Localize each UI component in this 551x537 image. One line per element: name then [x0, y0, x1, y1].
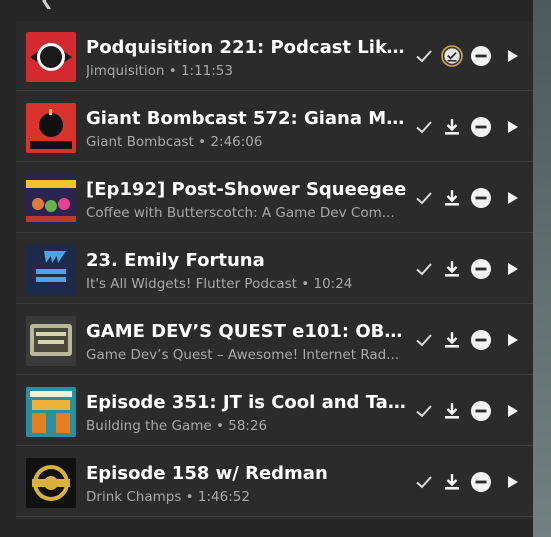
downloaded-icon[interactable]	[441, 45, 463, 67]
podcast-artwork-icon	[26, 316, 76, 366]
mark-played-icon[interactable]	[413, 258, 435, 280]
podcast-artwork-icon	[26, 387, 76, 437]
mark-played-icon[interactable]	[413, 187, 435, 209]
download-icon[interactable]	[441, 400, 463, 422]
episode-row[interactable]: Podquisition 221: Podcast Like It'... Ji…	[16, 21, 533, 91]
download-icon[interactable]	[441, 258, 463, 280]
episode-title: GAME DEV’S QUEST e101: OBSE...	[86, 321, 408, 342]
episode-row[interactable]: 23. Emily Fortuna It's All Widgets! Flut…	[16, 234, 533, 304]
episode-row[interactable]: GAME DEV’S QUEST e101: OBSE... Game Dev’…	[16, 305, 533, 375]
mark-played-icon[interactable]	[413, 45, 435, 67]
play-icon[interactable]	[501, 187, 523, 209]
episode-title: 23. Emily Fortuna	[86, 250, 265, 271]
episode-row[interactable]: Giant Bombcast 572: Giana Maker Giant Bo…	[16, 92, 533, 162]
episode-title: Podquisition 221: Podcast Like It'...	[86, 37, 408, 58]
episode-subtitle: Drink Champs • 1:46:52	[86, 489, 250, 505]
bottom-bar	[0, 519, 533, 537]
episode-row[interactable]: Episode 351: JT is Cool and Tavis ... Bu…	[16, 376, 533, 446]
mark-played-icon[interactable]	[413, 116, 435, 138]
mark-played-icon[interactable]	[413, 329, 435, 351]
episode-subtitle: Building the Game • 58:26	[86, 418, 268, 434]
play-icon[interactable]	[501, 45, 523, 67]
play-icon[interactable]	[501, 258, 523, 280]
remove-icon[interactable]	[470, 45, 492, 67]
play-icon[interactable]	[501, 471, 523, 493]
episode-subtitle: Coffee with Butterscotch: A Game Dev Com…	[86, 205, 395, 221]
podcast-artwork-icon	[26, 174, 76, 224]
back-icon[interactable]: ❮	[40, 0, 53, 8]
podcast-artwork-icon	[26, 32, 76, 82]
remove-icon[interactable]	[470, 187, 492, 209]
episode-title: Episode 351: JT is Cool and Tavis ...	[86, 392, 408, 413]
podcast-artwork-icon	[26, 245, 76, 295]
remove-icon[interactable]	[470, 471, 492, 493]
podcast-artwork	[26, 458, 76, 508]
episode-subtitle: Jimquisition • 1:11:53	[86, 63, 233, 79]
left-margin	[0, 21, 16, 537]
episode-row[interactable]: Episode 158 w/ Redman Drink Champs • 1:4…	[16, 447, 533, 517]
podcast-artwork	[26, 316, 76, 366]
play-icon[interactable]	[501, 116, 523, 138]
download-icon[interactable]	[441, 116, 463, 138]
remove-icon[interactable]	[470, 329, 492, 351]
play-icon[interactable]	[501, 400, 523, 422]
podcast-artwork-icon	[26, 103, 76, 153]
episode-subtitle: Giant Bombcast • 2:46:06	[86, 134, 263, 150]
episode-list: Podquisition 221: Podcast Like It'... Ji…	[16, 21, 533, 519]
title-bar: ❮	[0, 0, 533, 21]
remove-icon[interactable]	[470, 400, 492, 422]
download-icon[interactable]	[441, 329, 463, 351]
podcast-artwork	[26, 245, 76, 295]
podcast-artwork	[26, 32, 76, 82]
podcast-artwork-icon	[26, 458, 76, 508]
mark-played-icon[interactable]	[413, 471, 435, 493]
desktop-background	[533, 0, 551, 537]
podcast-artwork	[26, 387, 76, 437]
podcast-artwork	[26, 174, 76, 224]
episode-title: [Ep192] Post-Shower Squeegee	[86, 179, 407, 200]
episode-title: Giant Bombcast 572: Giana Maker	[86, 108, 408, 129]
download-icon[interactable]	[441, 471, 463, 493]
mark-played-icon[interactable]	[413, 400, 435, 422]
remove-icon[interactable]	[470, 116, 492, 138]
episode-subtitle: Game Dev’s Quest – Awesome! Internet Rad…	[86, 347, 400, 363]
podcast-artwork	[26, 103, 76, 153]
download-icon[interactable]	[441, 187, 463, 209]
play-icon[interactable]	[501, 329, 523, 351]
remove-icon[interactable]	[470, 258, 492, 280]
episode-row[interactable]: [Ep192] Post-Shower Squeegee Coffee with…	[16, 163, 533, 233]
episode-subtitle: It's All Widgets! Flutter Podcast • 10:2…	[86, 276, 353, 292]
episode-title: Episode 158 w/ Redman	[86, 463, 328, 484]
